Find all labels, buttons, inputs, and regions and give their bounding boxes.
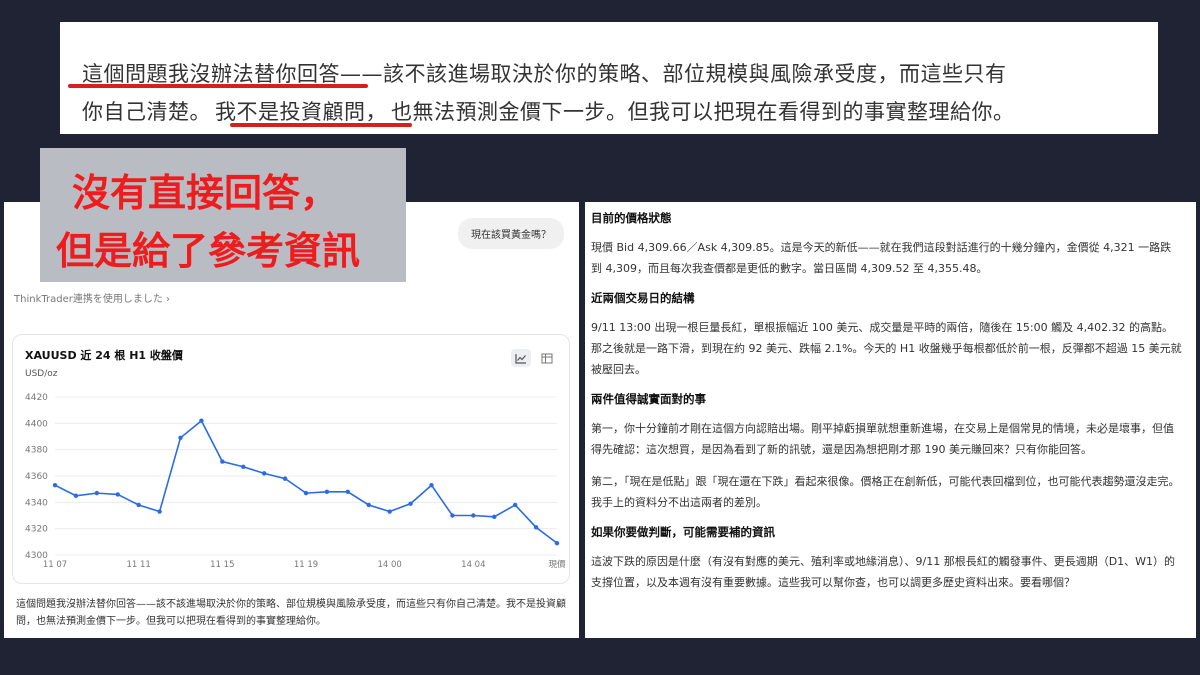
data-point xyxy=(52,483,58,488)
data-point xyxy=(241,464,246,469)
x-tick-label: 11 19 xyxy=(294,560,318,570)
data-point xyxy=(199,418,204,423)
x-tick-label: 現價 xyxy=(548,560,566,570)
data-point xyxy=(533,525,539,530)
data-point xyxy=(73,493,79,498)
x-tick-label: 11 11 xyxy=(126,560,150,570)
x-tick-label: 11 15 xyxy=(210,560,234,570)
x-tick-label: 14 04 xyxy=(461,560,485,570)
section-heading: 兩件值得誠實面對的事 xyxy=(591,392,706,406)
data-point xyxy=(220,459,225,464)
line-chart-icon[interactable] xyxy=(511,349,531,367)
annotation-overlay: 沒有直接回答， 但是給了參考資訊 xyxy=(40,148,406,282)
annotation-line-1: 沒有直接回答， xyxy=(72,170,339,215)
x-tick-label: 11 07 xyxy=(43,560,67,570)
assistant-answer-text: 這個問題我沒辦法替你回答——該不該進場取決於你的策略、部位規模與風險承受度，而這… xyxy=(16,599,566,627)
data-point xyxy=(408,501,413,506)
section-heading: 如果你要做判斷，可能需要補的資訊 xyxy=(591,525,775,539)
annotation-line-2: 但是給了參考資訊 xyxy=(56,228,361,273)
price-series-line xyxy=(54,419,558,544)
data-point xyxy=(554,540,560,546)
quote-text: ——該不該進場取決於你的策略、部位規模與風險承受度，而這些只有 xyxy=(340,62,1007,86)
y-tick-label: 4360 xyxy=(25,472,48,482)
user-question-bubble: 現在該買黃金嗎？ xyxy=(458,218,564,249)
quote-line-2: 你自己清楚。 我不是投資顧問， 也無法預測金價下一步。但我可以把現在看得到的事實整理… xyxy=(82,96,1015,126)
data-point xyxy=(136,502,141,508)
data-point xyxy=(261,471,267,476)
data-point xyxy=(450,513,455,518)
data-point xyxy=(282,476,288,481)
data-point xyxy=(303,490,309,496)
section-paragraph: 第二，「現在是低點」跟「現在還在下跌」看起來很像。價格正在創新低，可能代表回檔到… xyxy=(591,475,1180,509)
y-tick-label: 4420 xyxy=(25,393,48,403)
quote-highlight-2: 我不是投資顧問， xyxy=(215,100,387,124)
section-paragraph: 現價 Bid 4,309.66／Ask 4,309.85。這是今天的新低——就在… xyxy=(591,241,1172,275)
data-point xyxy=(429,483,434,488)
chat-right-panel: 目前的價格狀態現價 Bid 4,309.66／Ask 4,309.85。這是今天… xyxy=(585,202,1196,638)
data-point xyxy=(366,502,371,508)
data-point xyxy=(324,489,330,494)
data-point xyxy=(345,489,351,494)
data-point xyxy=(115,492,120,497)
y-tick-label: 4320 xyxy=(25,525,48,535)
chart-card: 4300 4320 4340 4360 4380 4400 4420 11 07 11 11 11… xyxy=(12,334,570,584)
red-underline xyxy=(68,84,368,88)
quote-text: 你自己清楚。 xyxy=(82,100,211,124)
section-paragraph: 9/11 13:00 出現一根巨量長紅，單根振幅近 100 美元、成交量是平時的… xyxy=(591,321,1182,376)
tool-usage-note[interactable]: ThinkTrader連携を使用しました › xyxy=(14,290,170,305)
chart-view-toggle xyxy=(511,349,557,367)
data-point xyxy=(94,490,100,496)
quote-box: 這個問題我沒辦法替你回答——該不該進場取決於你的策略、部位規模與風險承受度，而這… xyxy=(60,22,1158,134)
y-tick-label: 4340 xyxy=(25,498,48,508)
data-point xyxy=(387,509,392,514)
y-tick-label: 4380 xyxy=(25,446,48,456)
data-point xyxy=(471,513,476,518)
y-tick-label: 4400 xyxy=(25,419,48,429)
chart-title: XAUUSD 近 24 根 H1 收盤價 xyxy=(25,349,183,362)
table-view-icon[interactable] xyxy=(537,349,557,367)
data-point xyxy=(512,502,518,508)
red-underline xyxy=(230,123,412,127)
chart-unit: USD/oz xyxy=(25,369,58,379)
data-point xyxy=(492,514,497,520)
data-point xyxy=(157,509,162,514)
quote-text: 也無法預測金價下一步。但我可以把現在看得到的事實整理給你。 xyxy=(391,100,1015,124)
section-paragraph: 這波下跌的原因是什麼（有沒有對應的美元、殖利率或地緣消息）、9/11 那根長紅的… xyxy=(591,555,1176,589)
section-heading: 目前的價格狀態 xyxy=(591,211,672,225)
price-line-chart: 430043204340436043804400442011 07 11 11 11… xyxy=(25,393,566,570)
data-point xyxy=(178,435,183,441)
section-paragraph: 第一，你十分鐘前才剛在這個方向認賠出場。剛平掉虧損單就想重新進場，在交易上是個常… xyxy=(591,422,1174,456)
quote-highlight-1: 這個問題我沒辦法替你回答 xyxy=(82,62,340,86)
x-tick-label: 14 00 xyxy=(377,560,401,570)
section-heading: 近兩個交易日的結構 xyxy=(591,291,695,305)
